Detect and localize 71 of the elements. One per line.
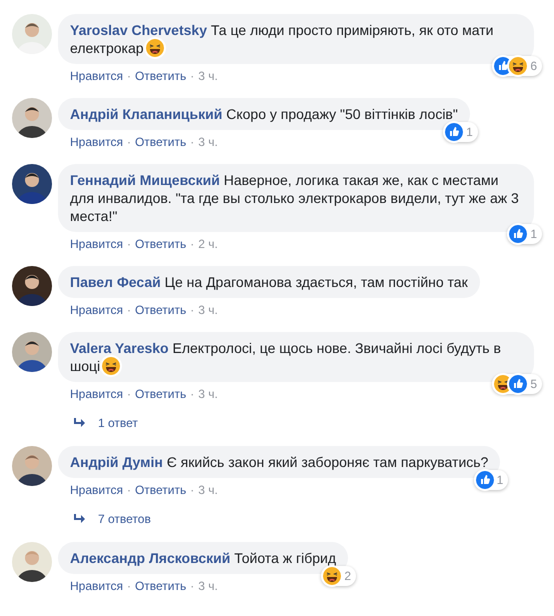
comment-time: 3 ч. bbox=[198, 134, 218, 150]
laughing-emoji-icon bbox=[102, 357, 120, 375]
laughing-emoji-icon bbox=[323, 567, 342, 585]
author-link[interactable]: Yaroslav Chervetsky bbox=[70, 22, 207, 38]
separator-dot: · bbox=[189, 134, 196, 150]
reply-arrow-icon bbox=[74, 514, 86, 524]
comment-text: Yaroslav Chervetsky Та це люди просто приміряють, як ото мати електрокар bbox=[70, 21, 522, 57]
comment-text: Павел Фесай Це на Драгоманова здається, там постійно так bbox=[70, 273, 468, 291]
action-link[interactable]: Ответить bbox=[134, 386, 186, 402]
action-link[interactable]: Ответить bbox=[134, 302, 186, 318]
reaction-count: 5 bbox=[530, 376, 537, 393]
laughing-emoji-icon bbox=[146, 39, 164, 57]
separator-dot: · bbox=[126, 386, 132, 402]
author-link[interactable]: Valera Yaresko bbox=[70, 340, 169, 356]
laughing-emoji-icon bbox=[509, 57, 528, 75]
reaction-count: 1 bbox=[466, 124, 473, 141]
comment-time: 3 ч. bbox=[198, 386, 218, 402]
separator-dot: · bbox=[189, 482, 196, 498]
action-link[interactable]: Нравится bbox=[70, 134, 123, 150]
comment-time: 3 ч. bbox=[198, 68, 218, 84]
reply-arrow-icon bbox=[74, 418, 86, 428]
author-link[interactable]: Геннадий Мищевский bbox=[70, 172, 220, 188]
separator-dot: · bbox=[126, 302, 132, 318]
like-icon bbox=[509, 225, 528, 243]
comment-time: 2 ч. bbox=[198, 236, 218, 252]
action-link[interactable]: Нравится bbox=[70, 578, 123, 594]
comment-text: Александр Лясковский Тойота ж гібрид bbox=[70, 549, 336, 567]
like-icon bbox=[509, 375, 528, 393]
separator-dot: · bbox=[126, 236, 132, 252]
comment-text: Андрій Думін Є якийсь закон який забороняє там паркуватись? bbox=[70, 453, 488, 471]
reaction-count: 2 bbox=[344, 568, 352, 585]
comment-time: 3 ч. bbox=[198, 302, 218, 318]
action-link[interactable]: Нравится bbox=[70, 482, 123, 498]
comment-text: Valera Yaresko Електролосі, це щось нове. Звичайні лосі будуть в шоці bbox=[70, 339, 522, 375]
reaction-count: 1 bbox=[530, 226, 537, 243]
laughing-emoji-icon bbox=[494, 375, 512, 393]
action-link[interactable]: Ответить bbox=[134, 68, 186, 84]
replies-count: 1 ответ bbox=[98, 415, 138, 432]
action-link[interactable]: Нравится bbox=[70, 302, 123, 318]
separator-dot: · bbox=[126, 68, 132, 84]
comment-time: 3 ч. bbox=[198, 578, 218, 594]
like-icon bbox=[476, 471, 494, 489]
separator-dot: · bbox=[189, 302, 196, 318]
action-link[interactable]: Нравится bbox=[70, 236, 123, 252]
author-link[interactable]: Павел Фесай bbox=[70, 274, 161, 290]
separator-dot: · bbox=[126, 578, 132, 594]
replies-link[interactable]: 7 ответов bbox=[74, 510, 151, 528]
separator-dot: · bbox=[189, 386, 196, 402]
reaction-count: 1 bbox=[496, 472, 504, 489]
separator-dot: · bbox=[126, 482, 132, 498]
replies-count: 7 ответов bbox=[98, 511, 151, 528]
action-link[interactable]: Нравится bbox=[70, 68, 123, 84]
separator-dot: · bbox=[126, 134, 132, 150]
action-link[interactable]: Ответить bbox=[134, 578, 186, 594]
author-link[interactable]: Андрій Клапаницький bbox=[70, 106, 222, 122]
action-link[interactable]: Нравится bbox=[70, 386, 123, 402]
action-link[interactable]: Ответить bbox=[134, 482, 186, 498]
action-link[interactable]: Ответить bbox=[134, 236, 186, 252]
like-icon bbox=[445, 123, 464, 141]
separator-dot: · bbox=[189, 578, 196, 594]
comment-text: Геннадий Мищевский Наверное, логика такая же, как с местами для инвалидов. "та где вы столько электрокаров видели, тут же аж 3 места!" bbox=[70, 171, 520, 225]
action-link[interactable]: Ответить bbox=[134, 134, 186, 150]
comment-time: 3 ч. bbox=[198, 482, 218, 498]
author-link[interactable]: Андрій Думін bbox=[70, 454, 163, 470]
separator-dot: · bbox=[189, 68, 196, 84]
author-link[interactable]: Александр Лясковский bbox=[70, 550, 230, 566]
comment-text: Андрій Клапаницький Скоро у продажу "50 віттінків лосів" bbox=[70, 105, 458, 123]
separator-dot: · bbox=[189, 236, 196, 252]
reaction-count: 6 bbox=[530, 58, 537, 75]
replies-link[interactable]: 1 ответ bbox=[74, 414, 138, 432]
like-icon bbox=[494, 57, 512, 75]
